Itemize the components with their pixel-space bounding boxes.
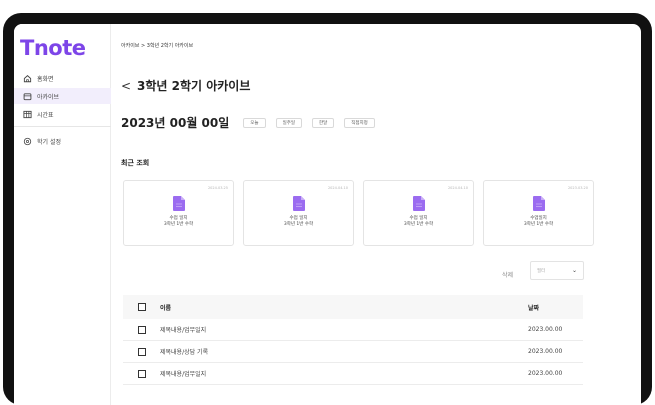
recent-cards: 2024.03.25 수업 일지 3학년 1반 수학 2024.04.10 수업… [123,180,603,246]
page-header: < 3학년 2학기 아카이브 [121,77,250,94]
table-row[interactable]: 제목내용/업무일지 2023.00.00 [123,319,583,341]
card-date: 2024.04.10 [447,186,468,190]
sidebar-item-home[interactable]: 홈화면 [14,70,111,86]
row-name: 제목내용/업무일지 [160,371,207,378]
file-icon [292,196,305,215]
select-all-checkbox[interactable] [138,303,146,311]
current-date: 2023년 00월 00일 [121,116,230,130]
card-date: 2024.03.25 [207,186,228,190]
row-checkbox[interactable] [138,347,146,356]
card-title-line2: 3학년 1반 수학 [523,222,554,227]
table-header-row: 이름 날짜 [123,295,583,319]
recent-card[interactable]: 2023.03.20 수업일지 3학년 1반 수학 [483,180,594,246]
gear-icon [23,137,32,146]
row-checkbox[interactable] [138,369,146,378]
chevron-down-icon: ⌄ [571,267,577,274]
sidebar-item-semester-settings[interactable]: 학기 설정 [14,133,111,149]
card-title-line2: 3학년 1반 수학 [163,222,194,227]
recent-card[interactable]: 2024.03.25 수업 일지 3학년 1반 수학 [123,180,234,246]
card-date: 2023.03.20 [567,186,588,190]
table-row[interactable]: 제목내용/상담 기록 2023.00.00 [123,341,583,363]
archive-icon [23,92,32,101]
card-title-line2: 3학년 1반 수학 [283,222,314,227]
card-title: 수업 일지 3학년 1반 수학 [244,216,353,228]
recent-card[interactable]: 2024.04.10 수업 일지 3학년 1반 수학 [243,180,354,246]
sidebar-item-label: 아카이브 [37,93,60,101]
breadcrumb[interactable]: 아카이브 > 3학년 2학기 아카이브 [121,42,193,49]
row-date: 2023.00.00 [528,326,563,333]
column-header-date: 날짜 [528,304,540,312]
app-logo[interactable]: Tnote [20,36,86,60]
row-checkbox[interactable] [138,325,146,334]
sidebar-nav: 홈화면 아카이브 시간표 학기 설정 [14,70,111,151]
calendar-icon [23,110,32,119]
sidebar-item-label: 홈화면 [37,75,54,83]
column-header-name: 이름 [160,304,172,312]
sidebar: Tnote 홈화면 아카이브 시간표 학기 설정 [14,24,111,405]
recent-card[interactable]: 2024.04.10 수업 일지 3학년 1반 수학 [363,180,474,246]
row-name: 제목내용/상담 기록 [160,349,209,356]
recent-section-title: 최근 조회 [121,159,150,167]
row-date: 2023.00.00 [528,348,563,355]
card-date: 2024.04.10 [327,186,348,190]
file-icon [172,196,185,215]
row-date: 2023.00.00 [528,370,563,377]
chip-week[interactable]: 일주일 [275,117,302,128]
back-button[interactable]: < [121,79,137,93]
row-name: 제목내용/업무일지 [160,327,207,334]
sidebar-item-label: 학기 설정 [37,138,61,146]
device-frame: Tnote 홈화면 아카이브 시간표 학기 설정 아카이브 > 3학년 2학기 … [3,13,652,405]
card-title: 수업 일지 3학년 1반 수학 [124,216,233,228]
sidebar-item-archive[interactable]: 아카이브 [14,88,111,104]
chip-today[interactable]: 오늘 [243,117,266,128]
filter-placeholder: 필터 [537,268,546,274]
sidebar-divider [14,126,111,127]
delete-button[interactable]: 삭제 [502,270,513,279]
card-title: 수업 일지 3학년 1반 수학 [364,216,473,228]
chip-custom-range[interactable]: 직접지정 [344,117,375,128]
archive-table: 이름 날짜 제목내용/업무일지 2023.00.00 제목내용/상담 기록 20… [123,295,583,385]
table-row[interactable]: 제목내용/업무일지 2023.00.00 [123,363,583,385]
home-icon [23,74,32,83]
sidebar-item-label: 시간표 [37,111,54,119]
file-icon [412,196,425,215]
date-filter-bar: 2023년 00월 00일 오늘 일주일 한달 직접지정 [121,114,385,131]
filter-select[interactable]: 필터 ⌄ [530,261,584,280]
main-content: 아카이브 > 3학년 2학기 아카이브 < 3학년 2학기 아카이브 2023년… [111,24,641,405]
sidebar-item-timetable[interactable]: 시간표 [14,106,111,122]
chip-month[interactable]: 한달 [311,117,335,128]
card-title-line2: 3학년 1반 수학 [403,222,434,227]
card-title: 수업일지 3학년 1반 수학 [484,216,593,228]
app-screen: Tnote 홈화면 아카이브 시간표 학기 설정 아카이브 > 3학년 2학기 … [14,24,641,405]
page-title: 3학년 2학기 아카이브 [137,79,251,93]
file-icon [532,196,545,215]
